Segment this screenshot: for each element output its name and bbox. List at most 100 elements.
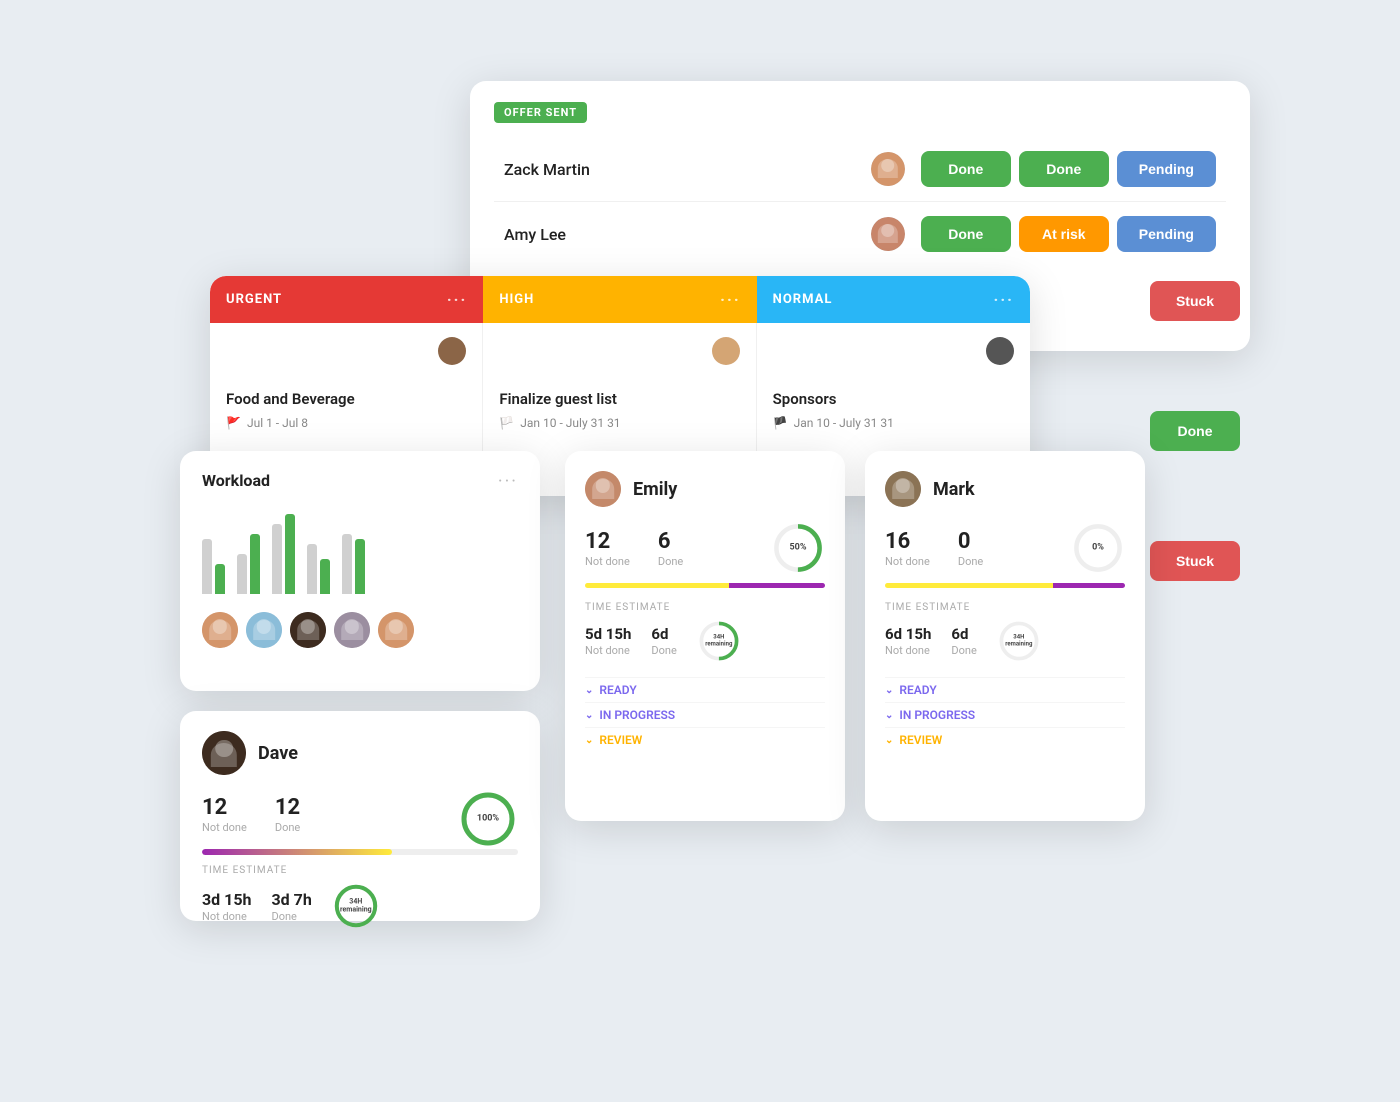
mark-status-inprogress[interactable]: ⌄ IN PROGRESS bbox=[885, 702, 1125, 727]
mark-status-review[interactable]: ⌄ REVIEW bbox=[885, 727, 1125, 752]
emily-time-stats: 5d 15h Not done 6d Done 34Hremaining bbox=[585, 619, 825, 663]
chevron-inprogress-icon: ⌄ bbox=[585, 710, 593, 721]
mark-inprogress-label: IN PROGRESS bbox=[899, 708, 975, 722]
kanban-title-high: Finalize guest list bbox=[499, 390, 739, 408]
bar-group-5 bbox=[342, 534, 365, 594]
bar-group-4 bbox=[307, 544, 330, 594]
emily-header: Emily bbox=[585, 471, 825, 507]
avatar-zack bbox=[871, 152, 905, 186]
dave-done-num: 12 bbox=[275, 795, 300, 820]
mark-time-label: TIME ESTIMATE bbox=[885, 602, 1125, 613]
offer-btns-zack: Done Done Pending bbox=[921, 151, 1216, 187]
bar-wrap-4 bbox=[307, 544, 330, 594]
workload-card: Workload ··· bbox=[180, 451, 540, 691]
dave-not-done-num: 12 bbox=[202, 795, 247, 820]
dave-name: Dave bbox=[258, 743, 298, 764]
bar-gray-2 bbox=[237, 554, 247, 594]
chevron-mark-inprogress-icon: ⌄ bbox=[885, 710, 893, 721]
offer-row-zack: Zack Martin Done Done Pending bbox=[494, 137, 1226, 202]
emily-review-label: REVIEW bbox=[599, 733, 642, 747]
btn-done-2[interactable]: Done bbox=[1019, 151, 1109, 187]
dave-progress-fill bbox=[202, 849, 392, 855]
dave-not-done: 12 Not done bbox=[202, 795, 247, 834]
bar-group-3 bbox=[272, 514, 295, 594]
avatar-sponsors bbox=[986, 337, 1014, 365]
dave-remaining-donut: 34Hremaining bbox=[332, 882, 380, 930]
btn-at-risk-1[interactable]: At risk bbox=[1019, 216, 1109, 252]
mark-status-ready[interactable]: ⌄ READY bbox=[885, 677, 1125, 702]
dave-stats: 12 Not done 12 Done bbox=[202, 795, 458, 834]
btn-stuck-2[interactable]: Stuck bbox=[1150, 541, 1240, 581]
workload-dots[interactable]: ··· bbox=[498, 471, 518, 492]
bar-gray-3 bbox=[272, 524, 282, 594]
bar-wrap-2 bbox=[237, 534, 260, 594]
bar-wrap-5 bbox=[342, 534, 365, 594]
mark-donut-label: 0% bbox=[1092, 543, 1104, 554]
mark-not-done-label: Not done bbox=[885, 555, 930, 568]
bar-green-2 bbox=[250, 534, 260, 594]
workload-bars bbox=[202, 504, 518, 594]
workload-avatars bbox=[202, 612, 518, 648]
emily-card: Emily 12 Not done 6 Done 50% bbox=[565, 451, 845, 821]
btn-stuck-1[interactable]: Stuck bbox=[1150, 281, 1240, 321]
mark-time-done: 6d Done bbox=[951, 625, 976, 657]
bar-group-2 bbox=[237, 534, 260, 594]
dots-normal[interactable]: ··· bbox=[994, 290, 1014, 309]
mark-done-label: Done bbox=[958, 555, 983, 568]
dots-high[interactable]: ··· bbox=[720, 290, 740, 309]
dave-progress-bar bbox=[202, 849, 518, 855]
mark-donut: 0% bbox=[1071, 521, 1125, 575]
emily-done: 6 Done bbox=[658, 529, 683, 568]
dave-avatar bbox=[202, 731, 246, 775]
btn-done-right[interactable]: Done bbox=[1150, 411, 1240, 451]
kanban-header-urgent: URGENT ··· bbox=[210, 276, 483, 323]
emily-multi-bar bbox=[585, 583, 825, 588]
emily-inprogress-label: IN PROGRESS bbox=[599, 708, 675, 722]
bar-green-5 bbox=[355, 539, 365, 594]
emily-time-done: 6d Done bbox=[651, 625, 676, 657]
dave-time-label: TIME ESTIMATE bbox=[202, 865, 518, 876]
kanban-label-urgent: URGENT bbox=[226, 292, 282, 307]
bar-gray-1 bbox=[202, 539, 212, 594]
dave-donut: 100% bbox=[458, 789, 518, 849]
dave-time-not-done-val: 3d 15h bbox=[202, 890, 251, 909]
btn-done-1[interactable]: Done bbox=[921, 151, 1011, 187]
bar-wrap-3 bbox=[272, 514, 295, 594]
btn-pending-2[interactable]: Pending bbox=[1117, 216, 1216, 252]
mark-time-not-done: 6d 15h Not done bbox=[885, 625, 931, 657]
dots-urgent[interactable]: ··· bbox=[447, 290, 467, 309]
mark-not-done: 16 Not done bbox=[885, 529, 930, 568]
emily-time-done-val: 6d bbox=[651, 625, 676, 643]
bar-gray-4 bbox=[307, 544, 317, 594]
offer-name-amy: Amy Lee bbox=[504, 225, 871, 244]
btn-pending-1[interactable]: Pending bbox=[1117, 151, 1216, 187]
chevron-review-icon: ⌄ bbox=[585, 735, 593, 746]
btn-done-3[interactable]: Done bbox=[921, 216, 1011, 252]
mark-avatar bbox=[885, 471, 921, 507]
workload-avatar-2 bbox=[246, 612, 282, 648]
kanban-label-high: HIGH bbox=[499, 292, 534, 307]
offer-badge: OFFER SENT bbox=[494, 102, 587, 123]
emily-not-done-label: Not done bbox=[585, 555, 630, 568]
emily-status-inprogress[interactable]: ⌄ IN PROGRESS bbox=[585, 702, 825, 727]
kanban-date-urgent: Jul 1 - Jul 8 bbox=[247, 416, 308, 430]
workload-avatar-3 bbox=[290, 612, 326, 648]
offer-name-zack: Zack Martin bbox=[504, 160, 871, 179]
mark-time-done-val: 6d bbox=[951, 625, 976, 643]
emily-status-review[interactable]: ⌄ REVIEW bbox=[585, 727, 825, 752]
chevron-ready-icon: ⌄ bbox=[585, 685, 593, 696]
workload-avatar-5 bbox=[378, 612, 414, 648]
dave-not-done-label: Not done bbox=[202, 821, 247, 834]
kanban-label-normal: NORMAL bbox=[773, 292, 833, 307]
emily-donut: 50% bbox=[771, 521, 825, 575]
mark-status-section: ⌄ READY ⌄ IN PROGRESS ⌄ REVIEW bbox=[885, 677, 1125, 752]
workload-avatar-4 bbox=[334, 612, 370, 648]
emily-status-ready[interactable]: ⌄ READY bbox=[585, 677, 825, 702]
kanban-meta-high: 🏳️ Jan 10 - July 31 31 bbox=[499, 416, 739, 430]
emily-donut-label: 50% bbox=[790, 543, 807, 554]
dave-time-done: 3d 7h Done bbox=[271, 890, 311, 923]
workload-title: Workload bbox=[202, 471, 518, 490]
mark-header: Mark bbox=[885, 471, 1125, 507]
dave-time-not-done-lbl: Not done bbox=[202, 910, 251, 923]
emily-avatar bbox=[585, 471, 621, 507]
